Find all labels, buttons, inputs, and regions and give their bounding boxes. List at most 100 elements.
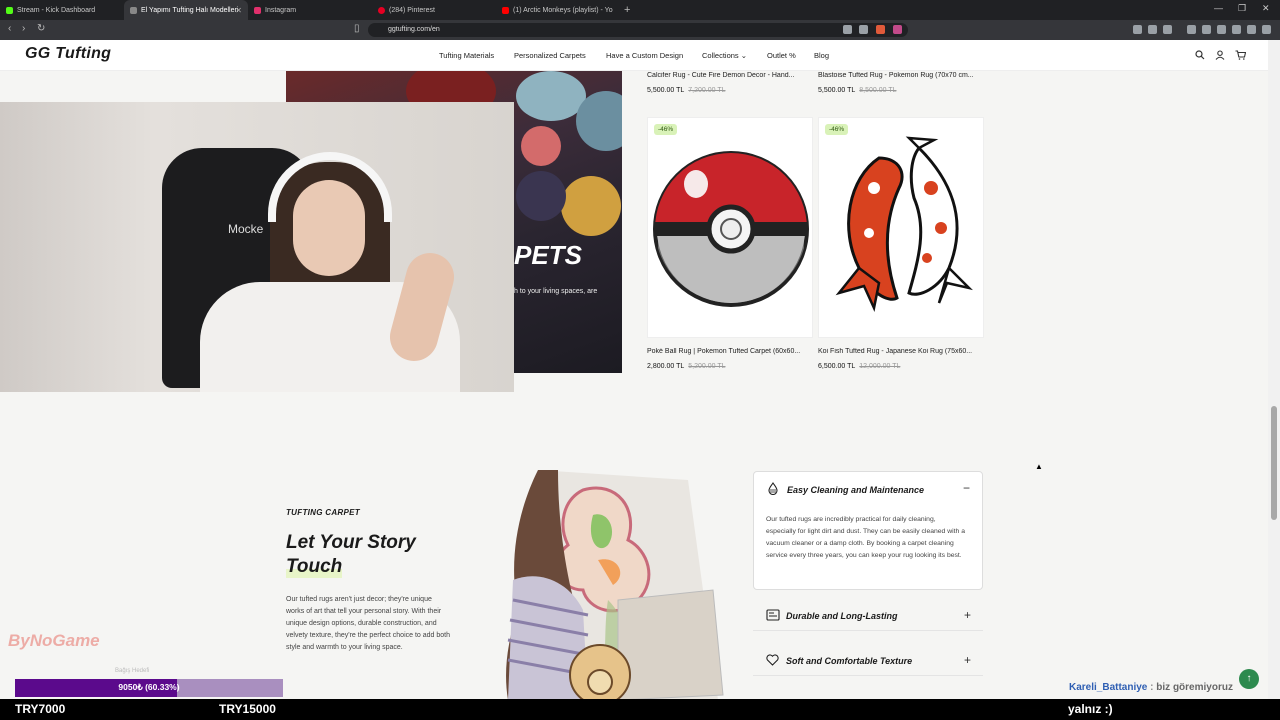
product-card-pokeball[interactable]: -46% — [647, 117, 813, 338]
product-title[interactable]: Blastoise Tufted Rug - Pokemon Rug (70x7… — [818, 72, 982, 79]
browser-tab-youtube[interactable]: (1) Arctic Monkeys (playlist) - Yo — [496, 0, 620, 20]
browser-tab-bar: Stream - Kick Dashboard El Yapımı Tuftin… — [0, 0, 1280, 20]
scroll-to-top-button[interactable]: ↑ — [1239, 669, 1259, 689]
menu-icon[interactable] — [1262, 25, 1271, 34]
extension-icon[interactable] — [1187, 25, 1196, 34]
ticker-text: yalnız :) — [1068, 702, 1113, 716]
product-title[interactable]: Poké Ball Rug | Pokemon Tufted Carpet (6… — [647, 348, 811, 355]
accordion-durable[interactable]: Durable and Long-Lasting + — [753, 601, 983, 631]
droplet-icon — [767, 482, 779, 498]
accordion-title[interactable]: Durable and Long-Lasting — [786, 611, 898, 621]
collapse-icon[interactable]: − — [963, 481, 970, 495]
bookmark-icon[interactable]: ▯ — [354, 23, 360, 34]
accordion-body: Our tufted rugs are incredibly practical… — [766, 516, 965, 559]
section-heading-line1: Let Your Story — [286, 532, 416, 553]
chat-text: biz göremiyoruz — [1156, 682, 1233, 693]
discount-badge: -46% — [825, 124, 849, 135]
scrollbar-thumb[interactable] — [1271, 406, 1277, 520]
product-price: 5,500.00 TL 8,500.00 TL — [818, 87, 897, 94]
cart-icon[interactable] — [1235, 50, 1247, 63]
browser-tab-instagram[interactable]: Instagram — [248, 0, 372, 20]
account-icon[interactable] — [1215, 50, 1225, 63]
chat-message: Kareli_Battaniye : biz göremiyoruz — [1069, 682, 1233, 693]
accordion-soft-texture[interactable]: Soft and Comfortable Texture + — [753, 646, 983, 676]
section-heading-line2: Touch — [286, 556, 343, 578]
chair-brand-text: Mocke — [228, 222, 264, 236]
sidebar-icon[interactable] — [1202, 25, 1211, 34]
site-header: GG Tufting Tufting Materials Personalize… — [0, 40, 1268, 71]
browser-tab-ggtufting[interactable]: El Yapımı Tufting Halı Modelleri ✕ — [124, 0, 248, 20]
search-icon[interactable] — [1195, 50, 1205, 63]
nav-tufting-materials[interactable]: Tufting Materials — [439, 51, 494, 60]
product-card-koi-fish[interactable]: -46% — [818, 117, 984, 338]
instagram-favicon-icon — [254, 6, 261, 14]
heart-icon — [766, 654, 779, 669]
mouse-cursor-icon: ▲ — [1035, 462, 1043, 471]
accordion-easy-cleaning[interactable]: Easy Cleaning and Maintenance − Our tuft… — [753, 471, 983, 590]
close-window-icon[interactable]: ✕ — [1262, 3, 1270, 14]
yarn-ball — [516, 71, 586, 121]
kick-favicon-icon — [6, 6, 13, 14]
price-current: 5,500.00 TL — [647, 87, 685, 94]
wallet-icon[interactable] — [1217, 25, 1226, 34]
nav-collections[interactable]: Collections ⌄ — [702, 51, 747, 60]
tab-title: El Yapımı Tufting Halı Modelleri — [141, 6, 239, 14]
shield-icon — [766, 609, 780, 624]
product-price: 6,500.00 TL 12,000.00 TL — [818, 363, 900, 370]
back-icon[interactable]: ‹ — [8, 23, 11, 34]
bynogame-logo: ByNoGame — [8, 631, 100, 650]
vpn-icon[interactable] — [1232, 25, 1241, 34]
accordion-title[interactable]: Easy Cleaning and Maintenance — [787, 485, 924, 495]
yarn-ball — [576, 91, 622, 151]
page-scrollbar[interactable] — [1268, 40, 1280, 700]
restore-icon[interactable]: ❐ — [1238, 3, 1246, 14]
koi-fish-rug-image — [835, 136, 973, 313]
product-price: 5,500.00 TL 7,200.00 TL — [647, 87, 726, 94]
nav-blog[interactable]: Blog — [814, 51, 829, 60]
tufting-artist-photo — [498, 470, 728, 700]
nav-custom-design[interactable]: Have a Custom Design — [606, 51, 683, 60]
youtube-favicon-icon — [502, 6, 509, 14]
shield-icon[interactable] — [1247, 25, 1256, 34]
extension-icon[interactable] — [1163, 25, 1172, 34]
nav-personalized-carpets[interactable]: Personalized Carpets — [514, 51, 586, 60]
tab-title: Stream - Kick Dashboard — [17, 6, 96, 14]
url-field[interactable]: ggtufting.com/en — [368, 23, 908, 37]
browser-tab-pinterest[interactable]: (284) Pinterest — [372, 0, 496, 20]
brave-rewards-icon[interactable] — [893, 25, 902, 34]
brave-shield-icon[interactable] — [876, 25, 885, 34]
share-icon[interactable] — [859, 25, 868, 34]
tab-title: (1) Arctic Monkeys (playlist) - Yo — [513, 6, 613, 14]
reload-icon[interactable]: ↻ — [37, 23, 45, 34]
pinterest-favicon-icon — [378, 6, 385, 14]
tab-close-icon[interactable]: ✕ — [235, 6, 242, 15]
nav-outlet[interactable]: Outlet % — [767, 51, 796, 60]
streamer-webcam: Mocke — [0, 102, 514, 392]
product-price: 2,800.00 TL 5,200.00 TL — [647, 363, 726, 370]
site-logo[interactable]: GG Tufting — [25, 45, 111, 63]
price-current: 5,500.00 TL — [818, 87, 856, 94]
price-old: 7,200.00 TL — [688, 87, 726, 94]
goal-start-amount: TRY7000 — [15, 702, 66, 716]
expand-icon[interactable]: + — [964, 653, 971, 667]
section-body: Our tufted rugs aren't just decor; they'… — [286, 596, 450, 651]
browser-tab-kick[interactable]: Stream - Kick Dashboard — [0, 0, 124, 20]
expand-icon[interactable]: + — [964, 608, 971, 622]
minimize-icon[interactable]: — — [1214, 3, 1223, 13]
product-title[interactable]: Koi Fish Tufted Rug - Japanese Koi Rug (… — [818, 348, 982, 355]
new-tab-icon[interactable]: + — [624, 4, 630, 16]
product-title[interactable]: Calcifer Rug - Cute Fire Demon Decor - H… — [647, 72, 811, 79]
chat-separator: : — [1150, 682, 1154, 693]
yarn-ball — [521, 126, 561, 166]
section-kicker: TUFTING CARPET — [286, 508, 360, 517]
tab-title: Instagram — [265, 6, 297, 14]
translate-icon[interactable] — [843, 25, 852, 34]
extension-icon[interactable] — [1133, 25, 1142, 34]
accordion-title[interactable]: Soft and Comfortable Texture — [786, 656, 912, 666]
yarn-ball — [561, 176, 621, 236]
price-old: 12,000.00 TL — [859, 363, 901, 370]
extension-icon[interactable] — [1148, 25, 1157, 34]
yarn-ball — [516, 171, 566, 221]
donation-goal-bar: 9050₺ (60.33%) — [15, 679, 283, 697]
forward-icon[interactable]: › — [22, 23, 25, 34]
